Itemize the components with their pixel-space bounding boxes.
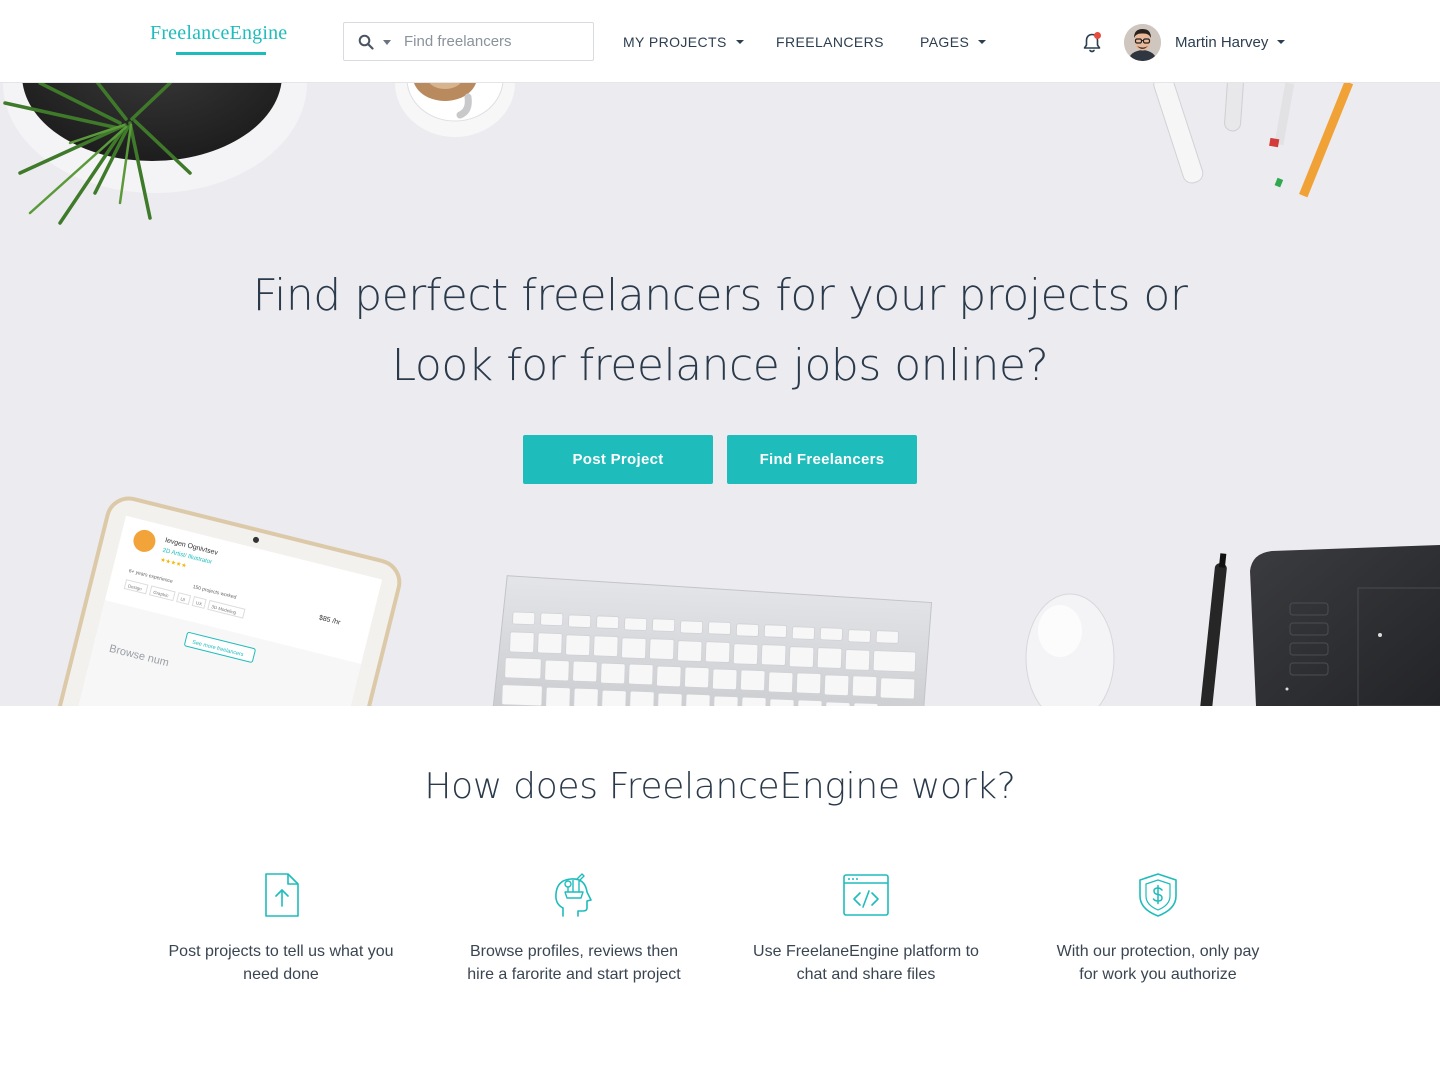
chevron-down-icon [1277, 40, 1286, 45]
step-text-line1: Post projects to tell us what you [168, 943, 394, 960]
top-navbar: FreelanceEngine MY PROJECTS FREELANCERS … [0, 0, 1440, 83]
nav-my-projects-label: MY PROJECTS [623, 34, 727, 50]
keyboard-illustration [491, 575, 933, 706]
user-menu[interactable]: Martin Harvey [1175, 34, 1286, 51]
step-text-line2: need done [243, 966, 319, 983]
step-use-platform: Use FreelaneEngine platform to chat and s… [731, 870, 1001, 986]
coffee-cup-illustration [395, 83, 515, 137]
search-icon[interactable] [358, 34, 374, 50]
creative-head-icon [555, 873, 592, 917]
step-protection: With our protection, only pay for work yo… [1023, 870, 1293, 986]
find-freelancers-button[interactable]: Find Freelancers [727, 435, 917, 484]
notification-badge [1094, 32, 1101, 39]
nav-pages[interactable]: PAGES [920, 34, 987, 50]
step-text: Browse profiles, reviews then hire a faro… [439, 940, 709, 986]
step-text-line1: With our protection, only pay [1056, 943, 1260, 960]
step-post-projects: Post projects to tell us what you need do… [146, 870, 416, 986]
pens-illustration [1153, 83, 1354, 198]
step-text-line2: hire a farorite and start project [467, 966, 681, 983]
stylus-illustration [1200, 553, 1227, 706]
code-window-icon [843, 874, 889, 916]
logo-underline [176, 52, 266, 55]
step-text-line2: for work you authorize [1079, 966, 1237, 983]
hero-title-line1: Find perfect freelancers for your projec… [252, 270, 1188, 321]
step-text-line1: Use FreelaneEngine platform to [753, 943, 979, 960]
step-text: With our protection, only pay for work yo… [1023, 940, 1293, 986]
post-project-button[interactable]: Post Project [523, 435, 713, 484]
chevron-down-icon [978, 40, 987, 45]
avatar[interactable] [1124, 24, 1161, 61]
search-type-caret-icon[interactable] [383, 40, 391, 45]
upload-document-icon [265, 873, 299, 917]
site-logo[interactable]: FreelanceEngine [150, 22, 287, 45]
nav-freelancers-label: FREELANCERS [776, 34, 884, 50]
search-input[interactable] [404, 23, 589, 60]
mouse-illustration [1025, 593, 1115, 706]
user-name-label: Martin Harvey [1175, 34, 1269, 51]
chevron-down-icon [735, 40, 744, 45]
hero-section: Ievgen Ognivtsev 2D Artist/ Illustrator … [0, 83, 1440, 706]
hero-title-line2: Look for freelance jobs online? [391, 340, 1049, 391]
step-text: Use FreelaneEngine platform to chat and s… [731, 940, 1001, 986]
drawing-tablet-illustration [1250, 545, 1440, 706]
step-text: Post projects to tell us what you need do… [146, 940, 416, 986]
plant-pot-illustration [3, 83, 307, 225]
tablet-illustration: Ievgen Ognivtsev 2D Artist/ Illustrator … [52, 496, 402, 706]
shield-dollar-icon [1139, 873, 1177, 917]
hero-title: Find perfect freelancers for your projec… [0, 261, 1440, 401]
nav-my-projects[interactable]: MY PROJECTS [623, 34, 744, 50]
nav-pages-label: PAGES [920, 34, 970, 50]
search-box [343, 22, 594, 61]
how-it-works-title: How does FreelanceEngine work? [424, 766, 1016, 807]
user-avatar-image [1124, 24, 1161, 61]
step-text-line2: chat and share files [796, 966, 936, 983]
step-browse-profiles: Browse profiles, reviews then hire a faro… [439, 870, 709, 986]
nav-freelancers[interactable]: FREELANCERS [776, 34, 884, 50]
step-text-line1: Browse profiles, reviews then [469, 943, 679, 960]
